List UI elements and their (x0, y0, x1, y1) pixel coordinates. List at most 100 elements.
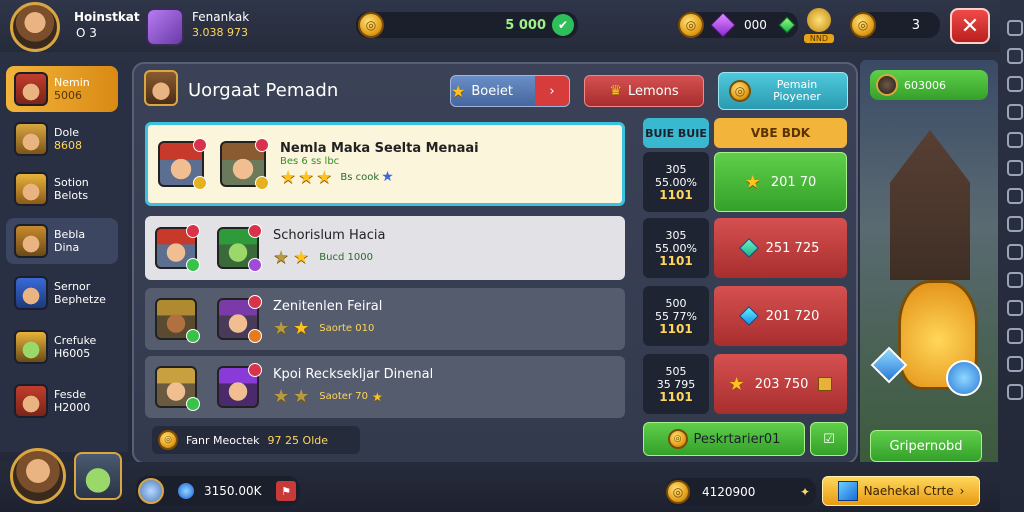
stat-id: 1101 (659, 187, 693, 202)
toolbar-icon[interactable] (1007, 300, 1023, 316)
scroll-icon: ◎ (158, 430, 178, 450)
badge-icon (193, 138, 207, 152)
stat-id: 1101 (659, 321, 693, 336)
sidebar-item-label: Nemin (54, 76, 90, 89)
confirm-button[interactable]: ☑ (810, 422, 848, 456)
compass-icon (138, 478, 164, 504)
price-button[interactable]: ★ 203 750 (714, 354, 847, 414)
resource-bar[interactable]: 3150.00K ⚑ (136, 476, 300, 506)
side-action-button[interactable]: Gripernobd (870, 430, 982, 462)
toolbar-icon[interactable] (1007, 132, 1023, 148)
toolbar-icon[interactable] (1007, 356, 1023, 372)
ally-avatar[interactable] (146, 8, 184, 46)
hero-row[interactable]: Schorislum Hacia ★ ★ Bucd 1000 (145, 216, 625, 280)
star-icon: ★ (273, 386, 290, 407)
level-badge-icon (248, 329, 262, 343)
tower-illustration (890, 130, 970, 280)
toolbar-icon[interactable] (1007, 188, 1023, 204)
star-icon: ★ (293, 386, 310, 407)
purchase-button[interactable]: ◎ Peskrtarier01 (643, 422, 805, 456)
gem-icon (738, 306, 759, 326)
sidebar-item-crefuke[interactable]: Crefuke H6005 (6, 324, 118, 370)
price-button[interactable]: 251 725 (714, 218, 847, 278)
hero-portrait (14, 276, 48, 310)
hero-row[interactable]: Zenitenlen Feiral ★ ★ Saorte 010 (145, 288, 625, 350)
price-button[interactable]: ★ 201 70 (714, 152, 847, 212)
select-button[interactable]: ★ Boeiet › (450, 75, 570, 107)
toolbar-icon[interactable] (1007, 76, 1023, 92)
sidebar-item-sotion[interactable]: Sotion Belots (6, 166, 118, 212)
toolbar-icon[interactable] (1007, 272, 1023, 288)
sidebar-item-sub: Dina (54, 241, 80, 254)
hero-portrait (217, 295, 262, 343)
stat-box: 500 55 77% 1101 (643, 286, 709, 346)
toolbar-icon[interactable] (1007, 328, 1023, 344)
pemain-button-label: Pemain Pioyener (773, 78, 821, 103)
banner-icon[interactable]: ⚑ (276, 481, 296, 501)
close-icon: ✕ (960, 13, 980, 39)
row-title: Zenitenlen Feiral (273, 299, 383, 314)
toolbar-icon[interactable] (1007, 160, 1023, 176)
sidebar-item-dole[interactable]: Dole 8608 (6, 116, 118, 162)
ticket-badge: NND (804, 34, 834, 43)
hero-portrait (220, 138, 269, 190)
row-title: Kpoi Recksekljar Dinenal (273, 367, 434, 382)
coin-icon: ◎ (666, 480, 690, 504)
toolbar-icon[interactable] (1007, 20, 1023, 36)
hero-portrait (155, 224, 200, 272)
chest-icon (818, 377, 833, 391)
pemain-button[interactable]: ◎ Pemain Pioyener (718, 72, 848, 110)
right-toolbar (1004, 20, 1024, 412)
chevron-right-icon: › (959, 484, 965, 498)
sidebar-item-bebla[interactable]: Bebla Dina (6, 218, 118, 264)
claim-button[interactable]: Naehekal Ctrte › (822, 476, 980, 506)
panel-footer-bar: ◎ Fanr Meoctek 97 25 Olde (152, 426, 360, 454)
toolbar-icon[interactable] (1007, 216, 1023, 232)
star-icon: ★ (293, 247, 310, 268)
star-icon: ★ (273, 318, 290, 339)
bottom-player-avatar[interactable] (10, 448, 66, 504)
stat-box: 505 35 795 1101 (643, 354, 709, 414)
price-label: 201 720 (765, 308, 820, 324)
close-button[interactable]: ✕ (950, 8, 990, 44)
hero-row-selected[interactable]: Nemla Maka Seelta Menaai Bes 6 ss lbc ★ ★… (145, 122, 625, 206)
token-bar[interactable]: ◎ 3 (850, 12, 940, 38)
price-label: 251 725 (765, 240, 820, 256)
gem-icon (738, 238, 759, 258)
currency-badge[interactable]: 603006 (870, 70, 988, 100)
stat-id: 1101 (659, 253, 693, 268)
star-icon: ★ (293, 318, 310, 339)
ticket-icon[interactable]: NND (804, 8, 834, 52)
sidebar-item-sub: 8608 (54, 139, 82, 152)
coin-icon: ◎ (678, 12, 704, 38)
checkmark-icon[interactable]: ✔ (552, 14, 574, 36)
stat-value: 305 (665, 162, 687, 176)
toolbar-icon[interactable] (1007, 244, 1023, 260)
bottom-hero-slot[interactable] (74, 452, 122, 500)
hero-portrait (217, 363, 262, 408)
sidebar-item-fesde[interactable]: Fesde H2000 (6, 378, 118, 424)
bottom-gold-bar[interactable]: ◎ 4120900 ✦ (666, 478, 816, 506)
blue-orb-icon (178, 483, 194, 499)
price-button[interactable]: 201 720 (714, 286, 847, 346)
toolbar-icon[interactable] (1007, 384, 1023, 400)
toolbar-icon[interactable] (1007, 48, 1023, 64)
green-gem-icon (778, 16, 796, 34)
toolbar-icon[interactable] (1007, 104, 1023, 120)
sidebar-item-sernor[interactable]: Sernor Bephetze (6, 270, 118, 316)
column-header: VBE BDK (714, 118, 847, 148)
player-avatar[interactable] (10, 2, 60, 52)
hero-row[interactable]: Kpoi Recksekljar Dinenal ★ ★ Saoter 70 ★ (145, 356, 625, 418)
level-badge-icon (193, 176, 207, 190)
sidebar-item-label: Sotion (54, 176, 89, 189)
gem-bar[interactable]: ◎ 000 (678, 12, 798, 38)
stat-percent: 55.00% (655, 241, 697, 255)
gold-bar[interactable]: ◎ 5 000 ✔ (356, 12, 578, 38)
sidebar-item-label: Crefuke (54, 334, 97, 347)
lemons-button[interactable]: ♛ Lemons (584, 75, 704, 107)
sidebar-item-nemin[interactable]: Nemin 5006 (6, 66, 118, 112)
stat-percent: 55.00% (655, 175, 697, 189)
stat-value: 305 (665, 228, 687, 242)
badge-icon (255, 138, 269, 152)
star-icon: ★ (744, 171, 761, 193)
